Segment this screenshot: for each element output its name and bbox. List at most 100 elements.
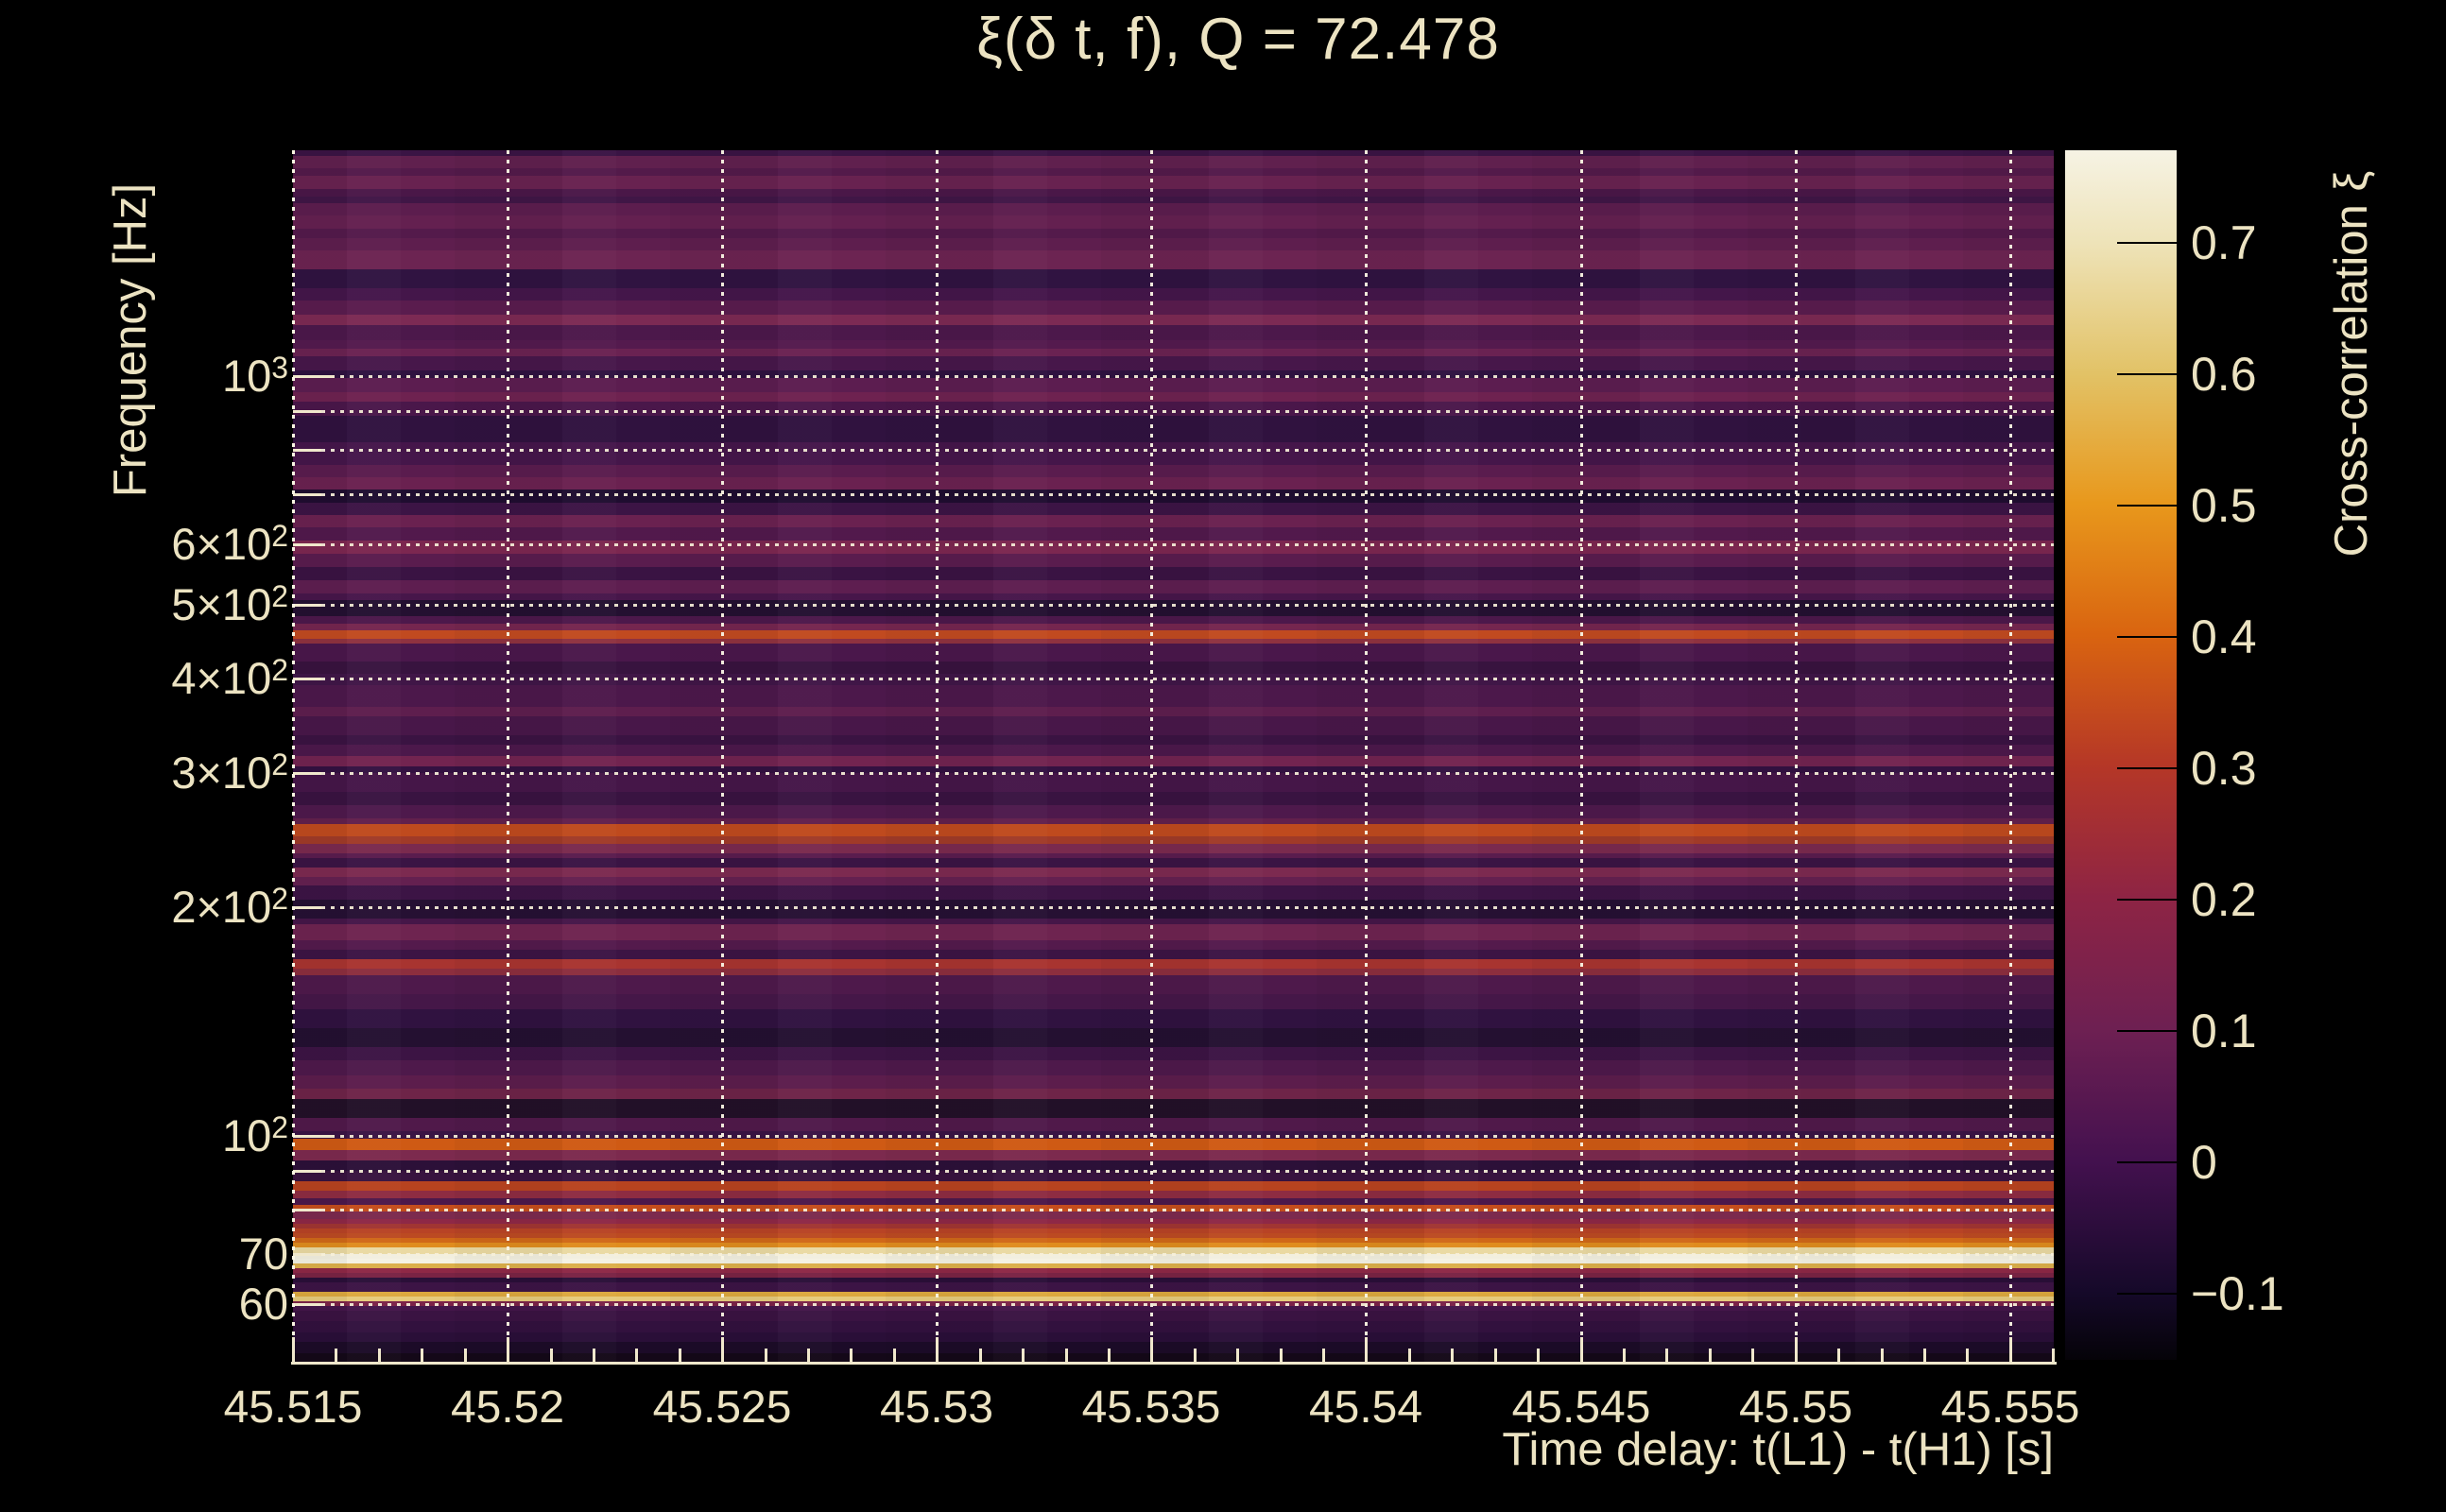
y-tick (293, 1253, 321, 1256)
y-tick (293, 772, 321, 775)
heatmap-stripe (293, 156, 2054, 168)
x-tick-major (2009, 1337, 2012, 1364)
colorbar-title: Cross-correlation ξ (2326, 170, 2377, 558)
heatmap-stripe (293, 1060, 2054, 1075)
heatmap-stripe (293, 950, 2054, 959)
heatmap-stripe (293, 1009, 2054, 1028)
x-gridline (292, 150, 295, 1364)
x-tick-minor (335, 1349, 337, 1364)
heatmap-stripe (293, 189, 2054, 197)
heatmap-stripe (293, 745, 2054, 756)
x-tick-major (721, 1337, 724, 1364)
colorbar-tick (2117, 242, 2177, 244)
y-tick-label: 3×102 (171, 745, 288, 801)
heatmap-stripe (293, 624, 2054, 630)
colorbar-tick-label: 0.4 (2191, 610, 2257, 663)
heatmap-stripe (293, 527, 2054, 541)
y-tick (293, 1209, 321, 1211)
heatmap-stripe (293, 630, 2054, 639)
x-tick-minor (1494, 1349, 1497, 1364)
y-tick-label: 5×102 (171, 576, 288, 633)
x-tick-minor (1451, 1349, 1454, 1364)
y-gridline (293, 772, 2054, 775)
x-tick-major (1365, 1337, 1368, 1364)
y-tick (293, 543, 321, 546)
y-gridline (293, 1170, 2054, 1173)
y-tick-label-exponent: 2 (271, 652, 288, 687)
y-axis-title: Frequency [Hz] (105, 182, 156, 498)
y-tick (293, 375, 335, 378)
heatmap-stripe (293, 1198, 2054, 1205)
heatmap-stripe (293, 707, 2054, 716)
x-gridline (2009, 150, 2012, 1364)
x-tick-major (1580, 1337, 1583, 1364)
heatmap-stripe (293, 792, 2054, 805)
y-gridline (293, 543, 2054, 546)
heatmap-stripe (293, 402, 2054, 416)
colorbar-tick (2117, 636, 2177, 638)
x-tick-label: 45.55 (1738, 1383, 1853, 1433)
heatmap-stripe (293, 378, 2054, 392)
colorbar-tick-label: 0 (2191, 1136, 2217, 1189)
heatmap-stripe (293, 868, 2054, 877)
heatmap-stripe (293, 315, 2054, 325)
x-tick-major (1795, 1337, 1798, 1364)
x-tick-label: 45.54 (1308, 1383, 1423, 1433)
x-tick-minor (1623, 1349, 1626, 1364)
y-tick-label: 102 (222, 1108, 288, 1164)
heatmap-stripe (293, 600, 2054, 616)
colorbar (2065, 150, 2177, 1360)
heatmap-stripe (293, 442, 2054, 465)
chart-title: ξ(δ t, f), Q = 72.478 (976, 7, 1500, 72)
y-tick-label-base: 5×10 (171, 579, 272, 629)
x-tick-label: 45.53 (879, 1383, 994, 1433)
heatmap-stripe (293, 662, 2054, 674)
x-tick-label: 45.555 (1940, 1383, 2080, 1433)
heatmap-stripe (293, 900, 2054, 919)
colorbar-tick (2117, 505, 2177, 507)
heatmap-stripe (293, 176, 2054, 189)
x-tick-minor (635, 1349, 638, 1364)
y-tick (293, 410, 321, 413)
x-gridline (1150, 150, 1153, 1364)
y-tick-label-exponent: 2 (271, 1109, 288, 1144)
heatmap-stripe (293, 756, 2054, 766)
colorbar-tick-label: −0.1 (2191, 1267, 2284, 1320)
x-tick-minor (1108, 1349, 1111, 1364)
colorbar-tick-label: 0.5 (2191, 479, 2257, 532)
y-tick-label-exponent: 2 (271, 518, 288, 553)
x-tick-minor (550, 1349, 553, 1364)
heatmap-stripe (293, 477, 2054, 490)
heatmap-stripe (293, 416, 2054, 442)
x-gridline (507, 150, 509, 1364)
x-tick-minor (1022, 1349, 1025, 1364)
heatmap-stripe (293, 593, 2054, 600)
heatmap (293, 150, 2054, 1364)
heatmap-stripe (293, 824, 2054, 836)
y-tick-label-exponent: 2 (271, 881, 288, 916)
x-tick-minor (421, 1349, 423, 1364)
x-tick-label: 45.525 (652, 1383, 792, 1433)
heatmap-stripe (293, 1118, 2054, 1131)
y-tick-label: 103 (222, 348, 288, 404)
heatmap-stripe (293, 197, 2054, 203)
heatmap-stripe (293, 1089, 2054, 1099)
heatmap-stripe (293, 503, 2054, 515)
y-tick-label-base: 60 (238, 1279, 288, 1329)
x-tick-label: 45.52 (450, 1383, 565, 1433)
heatmap-stripe (293, 877, 2054, 885)
heatmap-stripe (293, 924, 2054, 940)
heatmap-stripe (293, 858, 2054, 868)
heatmap-stripe (293, 1311, 2054, 1321)
x-tick-minor (979, 1349, 982, 1364)
y-gridline (293, 678, 2054, 680)
heatmap-stripe (293, 1191, 2054, 1198)
heatmap-stripe (293, 325, 2054, 340)
y-tick-label-exponent: 3 (271, 350, 288, 385)
heatmap-stripe (293, 203, 2054, 215)
x-tick-label: 45.535 (1081, 1383, 1221, 1433)
heatmap-stripe (293, 975, 2054, 994)
x-tick-minor (1322, 1349, 1325, 1364)
x-tick-minor (1280, 1349, 1283, 1364)
colorbar-tick-label: 0.7 (2191, 216, 2257, 269)
